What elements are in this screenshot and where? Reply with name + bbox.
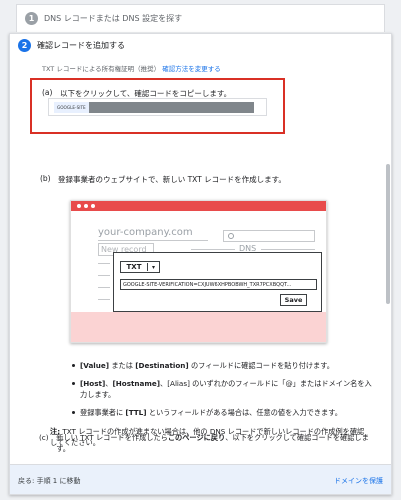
illustration-type-value: TXT bbox=[121, 263, 148, 271]
scrollbar[interactable] bbox=[386, 34, 390, 464]
illustration-divider bbox=[98, 263, 110, 264]
verification-method-text: TXT レコードによる所有権証明（推奨） bbox=[42, 65, 161, 73]
bullet-text: というフィールドがある場合は、任意の値を入力できます。 bbox=[146, 408, 342, 417]
illustration-divider bbox=[98, 299, 110, 300]
window-dot bbox=[84, 204, 88, 208]
illustration-divider bbox=[98, 240, 208, 241]
bullet-text: 登録事業者に bbox=[80, 408, 126, 417]
illustration-divider bbox=[98, 275, 110, 276]
step-2-label: 確認レコードを追加する bbox=[37, 41, 125, 50]
close-icon: × bbox=[325, 261, 326, 269]
verification-code-prefix: GOOGLE-SITE bbox=[54, 102, 89, 113]
illustration-divider bbox=[98, 287, 110, 288]
bullet-item: [Value] または [Destination] のフィールドに確認コードを貼… bbox=[72, 360, 372, 371]
window-dot bbox=[91, 204, 95, 208]
step-b-text: 登録事業者のウェブサイトで、新しい TXT レコードを作成します。 bbox=[58, 175, 286, 184]
bullet-item: [Host]、[Hostname]、[Alias] のいずれかのフィールドに「@… bbox=[72, 378, 372, 400]
bullet-field-name: [Host] bbox=[80, 379, 106, 388]
illustration-browser-bar bbox=[71, 201, 326, 211]
change-method-link[interactable]: 確認方法を変更する bbox=[162, 65, 221, 73]
step-c-text-part: 新しい TXT レコードを作成したら bbox=[56, 433, 168, 442]
back-to-step-1-link[interactable]: 戻る: 手順 1 に移動 bbox=[18, 476, 81, 486]
bullet-item: 登録事業者に [TTL] というフィールドがある場合は、任意の値を入力できます。 bbox=[72, 407, 372, 418]
step-1-label: DNS レコードまたは DNS 設定を探す bbox=[44, 14, 183, 23]
close-icon: × bbox=[325, 297, 326, 305]
bullet-field-name: [Destination] bbox=[135, 361, 189, 370]
step-1-number: 1 bbox=[25, 12, 38, 25]
bullet-text: または bbox=[109, 361, 136, 370]
card-footer: 戻る: 手順 1 に移動 ドメインを保護 bbox=[10, 464, 391, 494]
instruction-bullets: [Value] または [Destination] のフィールドに確認コードを貼… bbox=[72, 360, 372, 425]
bullet-field-name: [Hostname] bbox=[112, 379, 161, 388]
step-b-marker: (b) bbox=[40, 174, 51, 183]
illustration-save-button: Save bbox=[280, 294, 307, 306]
illustration-record-dialog: TXT ▾ GOOGLE-SITE-VERIFICATION=CXJUW6XHP… bbox=[113, 252, 322, 312]
verification-code-redacted[interactable]: GOOGLE-SITE bbox=[54, 102, 254, 113]
illustration-divider bbox=[261, 249, 315, 250]
scrollbar-thumb[interactable] bbox=[386, 164, 390, 304]
illustration-record-value: GOOGLE-SITE-VERIFICATION=CXJUW6XHPBOBWH_… bbox=[120, 279, 317, 290]
verify-domain-button[interactable]: ドメインを保護 bbox=[334, 476, 383, 486]
illustration-search-box bbox=[223, 230, 315, 242]
step-b-row: (b) 登録事業者のウェブサイトで、新しい TXT レコードを作成します。 bbox=[40, 174, 286, 185]
step-2-number: 2 bbox=[18, 39, 31, 52]
step-c-text: 新しい TXT レコードを作成したらこのページに戻り、以下をクリックして確認コー… bbox=[56, 432, 369, 454]
step-c-emphasis: このページに戻り bbox=[167, 433, 226, 442]
close-icon: × bbox=[325, 273, 326, 281]
step-2-card: 2 確認レコードを追加する TXT レコードによる所有権証明（推奨） 確認方法を… bbox=[9, 33, 392, 495]
step-1-collapsed[interactable]: 1 DNS レコードまたは DNS 設定を探す bbox=[16, 4, 385, 32]
search-icon bbox=[228, 233, 234, 239]
illustration-company: your-company.com bbox=[98, 227, 193, 238]
illustration-divider bbox=[191, 249, 235, 250]
bullet-text: のフィールドに確認コードを貼り付けます。 bbox=[188, 361, 334, 370]
window-dot bbox=[77, 204, 81, 208]
bullet-field-name: [TTL] bbox=[125, 408, 147, 417]
verification-method-line: TXT レコードによる所有権証明（推奨） 確認方法を変更する bbox=[42, 63, 221, 73]
close-icon: × bbox=[325, 285, 326, 293]
chevron-down-icon: ▾ bbox=[151, 263, 155, 271]
step-c-row: (c) 新しい TXT レコードを作成したらこのページに戻り、以下をクリックして… bbox=[39, 432, 369, 454]
step-c-marker: (c) bbox=[39, 433, 49, 442]
illustration-footer-band bbox=[71, 312, 326, 342]
step-2-header: 2 確認レコードを追加する bbox=[18, 39, 125, 52]
illustration-type-select: TXT ▾ bbox=[120, 261, 160, 273]
dns-illustration: your-company.com New record DNS TXT ▾ GO… bbox=[70, 200, 327, 343]
verification-code-field[interactable]: GOOGLE-SITE bbox=[48, 98, 267, 116]
bullet-field-name: [Value] bbox=[80, 361, 110, 370]
